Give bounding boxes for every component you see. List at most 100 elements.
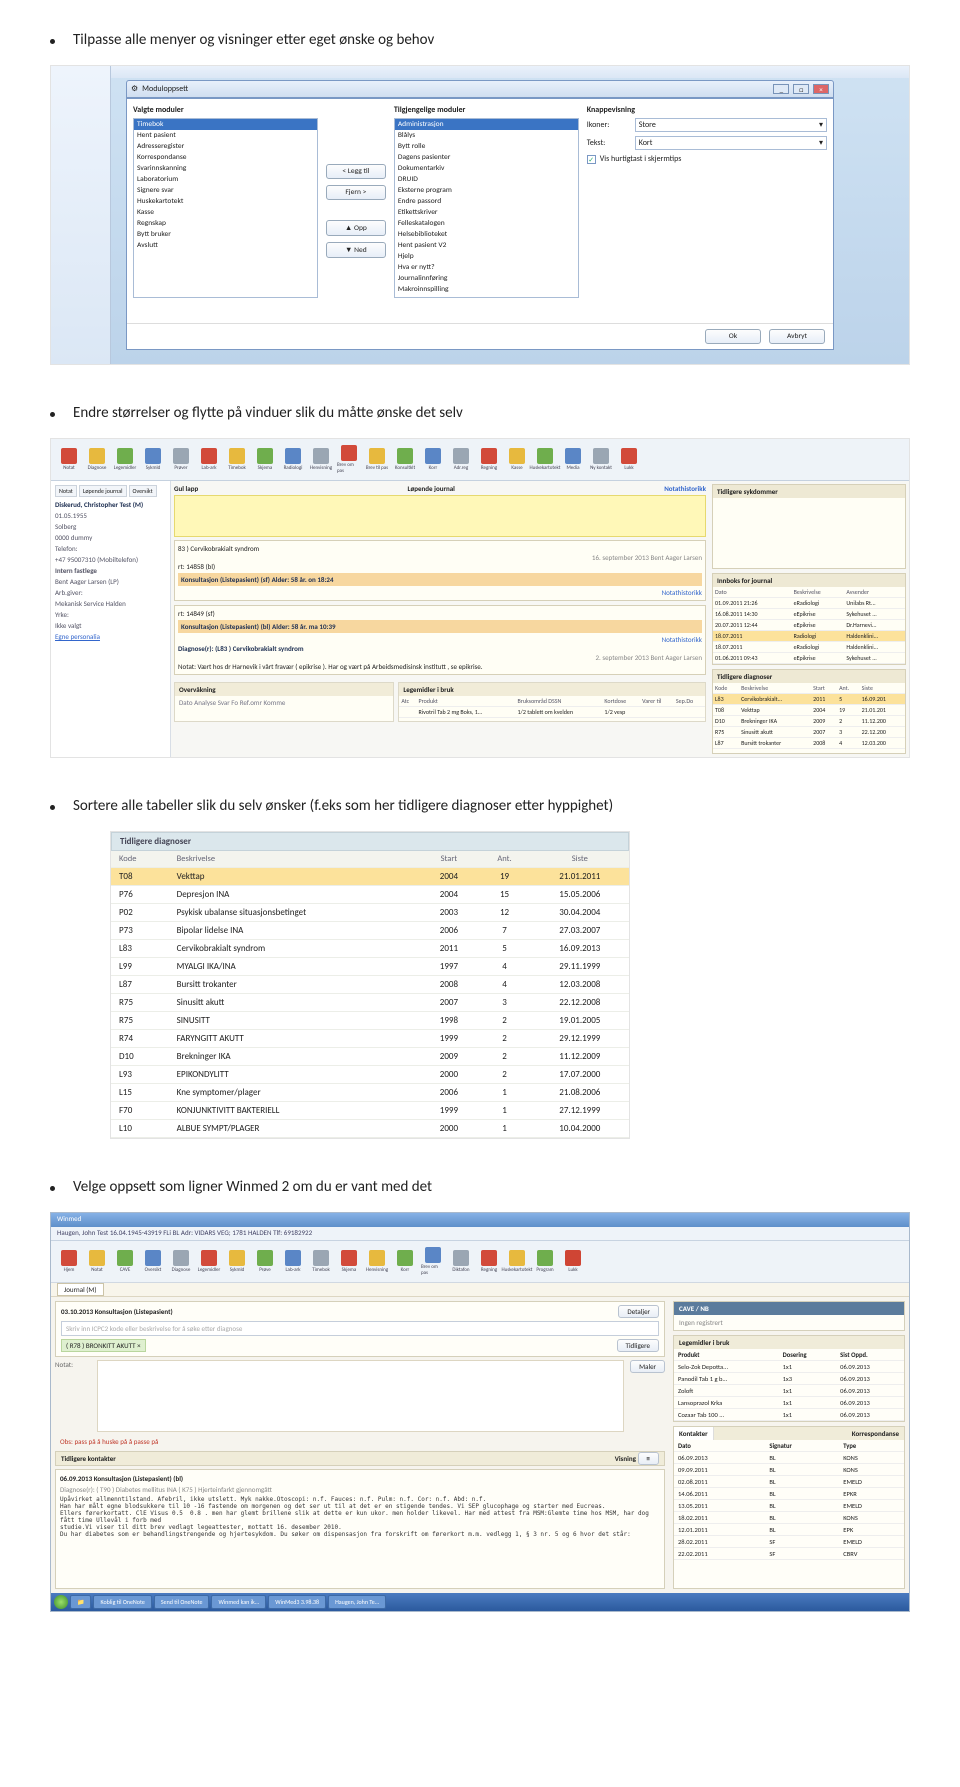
table-row[interactable]: T08Vekttap20041921.01.201 (713, 705, 905, 716)
list-item[interactable]: Regnskap (134, 218, 317, 229)
toolbar-button[interactable]: Sykmld (225, 1250, 249, 1273)
diag-chip[interactable]: ( R78 ) BRONKITT AKUTT × (61, 1339, 146, 1352)
opp-button[interactable]: ▲ Opp (326, 220, 386, 236)
toolbar-button[interactable]: Korr (421, 444, 445, 476)
table-row[interactable]: 01.09.2011 21:26eRadiologiUnilabs Rt... (713, 598, 905, 609)
diagnose-search[interactable]: Skriv inn ICPC2 kode eller beskrivelse f… (61, 1321, 659, 1336)
table-row[interactable]: L15Kne symptomer/plager2006121.08.2006 (111, 1084, 629, 1102)
detaljer-button[interactable]: Detaljer (618, 1305, 659, 1318)
table-row[interactable]: L93EPIKONDYLITT2000217.07.2000 (111, 1066, 629, 1084)
notathist-link[interactable]: Notathistorikk (664, 484, 706, 493)
table-row[interactable]: Cozaar Tab 100 ...1x106.09.2013 (674, 1409, 904, 1421)
table-row[interactable]: 18.02.2011BLKONS (674, 1512, 904, 1524)
personalia-link[interactable]: Egne personalia (55, 632, 166, 641)
close-button[interactable]: × (813, 84, 829, 94)
table-row[interactable]: R75Sinusitt akutt2007322.12.2008 (111, 994, 629, 1012)
toolbar-button[interactable]: Diagnose (85, 444, 109, 476)
tidligere-button[interactable]: Tidligere (617, 1339, 659, 1352)
list-item[interactable]: Kasse (134, 207, 317, 218)
list-item[interactable]: Felleskatalogen (395, 218, 578, 229)
list-item[interactable]: Hjelp (395, 251, 578, 262)
toolbar-button[interactable]: Program (533, 1250, 557, 1273)
toolbar-button[interactable]: Prøver (169, 444, 193, 476)
table-row[interactable]: 28.02.2011SFEMELD (674, 1536, 904, 1548)
toolbar-button[interactable]: Prøve (253, 1250, 277, 1273)
table-row[interactable]: 18.07.2011RadiologiHaldenklini... (713, 631, 905, 642)
toolbar-button[interactable]: Diktafon (449, 1250, 473, 1273)
tab-notat[interactable]: Notat (55, 485, 77, 497)
toolbar-button[interactable]: Timebok (225, 444, 249, 476)
list-item[interactable]: Laboratorium (134, 174, 317, 185)
toolbar-button[interactable]: Timebok (309, 1250, 333, 1273)
table-row[interactable]: Lansoprazol Krka1x106.09.2013 (674, 1397, 904, 1409)
list-item[interactable]: Timebok (134, 119, 317, 130)
list-item[interactable]: Administrasjon (395, 119, 578, 130)
toolbar-button[interactable]: Lab-ark (197, 444, 221, 476)
toolbar-button[interactable]: Skjema (337, 1250, 361, 1273)
toolbar-button[interactable]: Korr (393, 1250, 417, 1273)
toolbar-button[interactable]: Ny kontakt (589, 444, 613, 476)
toolbar-button[interactable]: Media (561, 444, 585, 476)
list-item[interactable]: Huskekartotekt (134, 196, 317, 207)
toolbar-button[interactable]: Legemidler (197, 1250, 221, 1273)
table-row[interactable]: Panodil Tab 1 g b...1x306.09.2013 (674, 1373, 904, 1385)
toolbar-button[interactable]: Notat (57, 444, 81, 476)
table-row[interactable]: Rivotril Tab 2 mg Boks, 1...1/2 tablett … (399, 707, 705, 718)
tab-lopende[interactable]: Løpende journal (79, 485, 127, 497)
table-row[interactable]: 16.08.2011 14:30eEpikriseSykehuset ... (713, 609, 905, 620)
table-row[interactable]: 02.08.2011BLEMELD (674, 1476, 904, 1488)
ned-button[interactable]: ▼ Ned (326, 242, 386, 258)
list-item[interactable]: Signere svar (134, 185, 317, 196)
toolbar-button[interactable]: Kasse (505, 444, 529, 476)
list-item[interactable]: Endre passord (395, 196, 578, 207)
toolbar-button[interactable]: Brev om pas (337, 444, 361, 476)
gul-lapp-area[interactable] (174, 495, 706, 537)
list-item[interactable]: Avslutt (134, 240, 317, 251)
list-item[interactable]: Hent pasient (134, 130, 317, 141)
taskbar-item[interactable]: 📁 (70, 1595, 91, 1609)
toolbar-button[interactable]: Henvisning (309, 444, 333, 476)
table-row[interactable]: D10Brekninger IKA2009211.12.200 (713, 716, 905, 727)
list-item[interactable]: DRUID (395, 174, 578, 185)
max-button[interactable]: □ (793, 84, 809, 94)
list-item[interactable]: Helsebiblioteket (395, 229, 578, 240)
min-button[interactable]: _ (773, 84, 789, 94)
table-row[interactable]: L10ALBUE SYMPT/PLAGER2000110.04.2000 (111, 1120, 629, 1138)
toolbar-button[interactable]: CAVE (113, 1250, 137, 1273)
table-row[interactable]: F70KONJUNKTIVITT BAKTERIELL1999127.12.19… (111, 1102, 629, 1120)
notat-textarea[interactable] (97, 1360, 624, 1432)
toolbar-button[interactable]: Brev til pas (365, 444, 389, 476)
table-row[interactable]: L83Cervikobrakialt syndrom2011516.09.201… (111, 940, 629, 958)
list-item[interactable]: Dagens pasienter (395, 152, 578, 163)
toolbar-button[interactable]: Notat (85, 1250, 109, 1273)
legg-til-button[interactable]: < Legg til (326, 164, 386, 179)
table-row[interactable]: 09.09.2011BLKONS (674, 1464, 904, 1476)
table-row[interactable]: 06.09.2013BLKONS (674, 1452, 904, 1464)
visning-select[interactable]: ≡ (638, 1452, 660, 1465)
table-row[interactable]: P73Bipolar lidelse INA2006727.03.2007 (111, 922, 629, 940)
toolbar-button[interactable]: Regning (477, 444, 501, 476)
toolbar-button[interactable]: Skjema (253, 444, 277, 476)
toolbar-button[interactable]: Lukk (561, 1250, 585, 1273)
list-item[interactable]: Bytt bruker (134, 229, 317, 240)
taskbar-item[interactable]: Haugen, John Te... (328, 1595, 386, 1609)
table-row[interactable]: L87Bursitt trokanter2008412.03.2008 (111, 976, 629, 994)
list-item[interactable]: Min sykmeldingsstatistikk (395, 295, 578, 298)
list-item[interactable]: Blålys (395, 130, 578, 141)
table-row[interactable]: D10Brekninger IKA2009211.12.2009 (111, 1048, 629, 1066)
table-row[interactable]: L99MYALGI IKA/INA1997429.11.1999 (111, 958, 629, 976)
table-row[interactable]: L83Cervikobrakialt...2011516.09.201 (713, 694, 905, 705)
toolbar-button[interactable]: Huskekartotekt (505, 1250, 529, 1273)
table-row[interactable]: R74FARYNGITT AKUTT1999229.12.1999 (111, 1030, 629, 1048)
tekst-select[interactable]: Kort▾ (635, 136, 827, 150)
table-row[interactable]: L87Bursitt trokanter2008412.03.200 (713, 738, 905, 749)
list-item[interactable]: Bytt rolle (395, 141, 578, 152)
taskbar-item[interactable]: Winmed kan ik... (211, 1595, 266, 1609)
tab-journal[interactable]: Journal (M) (57, 1283, 104, 1296)
list-item[interactable]: Eksterne program (395, 185, 578, 196)
taskbar-item[interactable]: WinMed3 3.98.38 (268, 1595, 326, 1609)
table-row[interactable]: 22.02.2011SFCBRV (674, 1548, 904, 1560)
ikoner-select[interactable]: Store▾ (635, 118, 827, 132)
list-item[interactable]: Korrespondanse (134, 152, 317, 163)
checkbox[interactable]: ✓ (587, 155, 596, 164)
